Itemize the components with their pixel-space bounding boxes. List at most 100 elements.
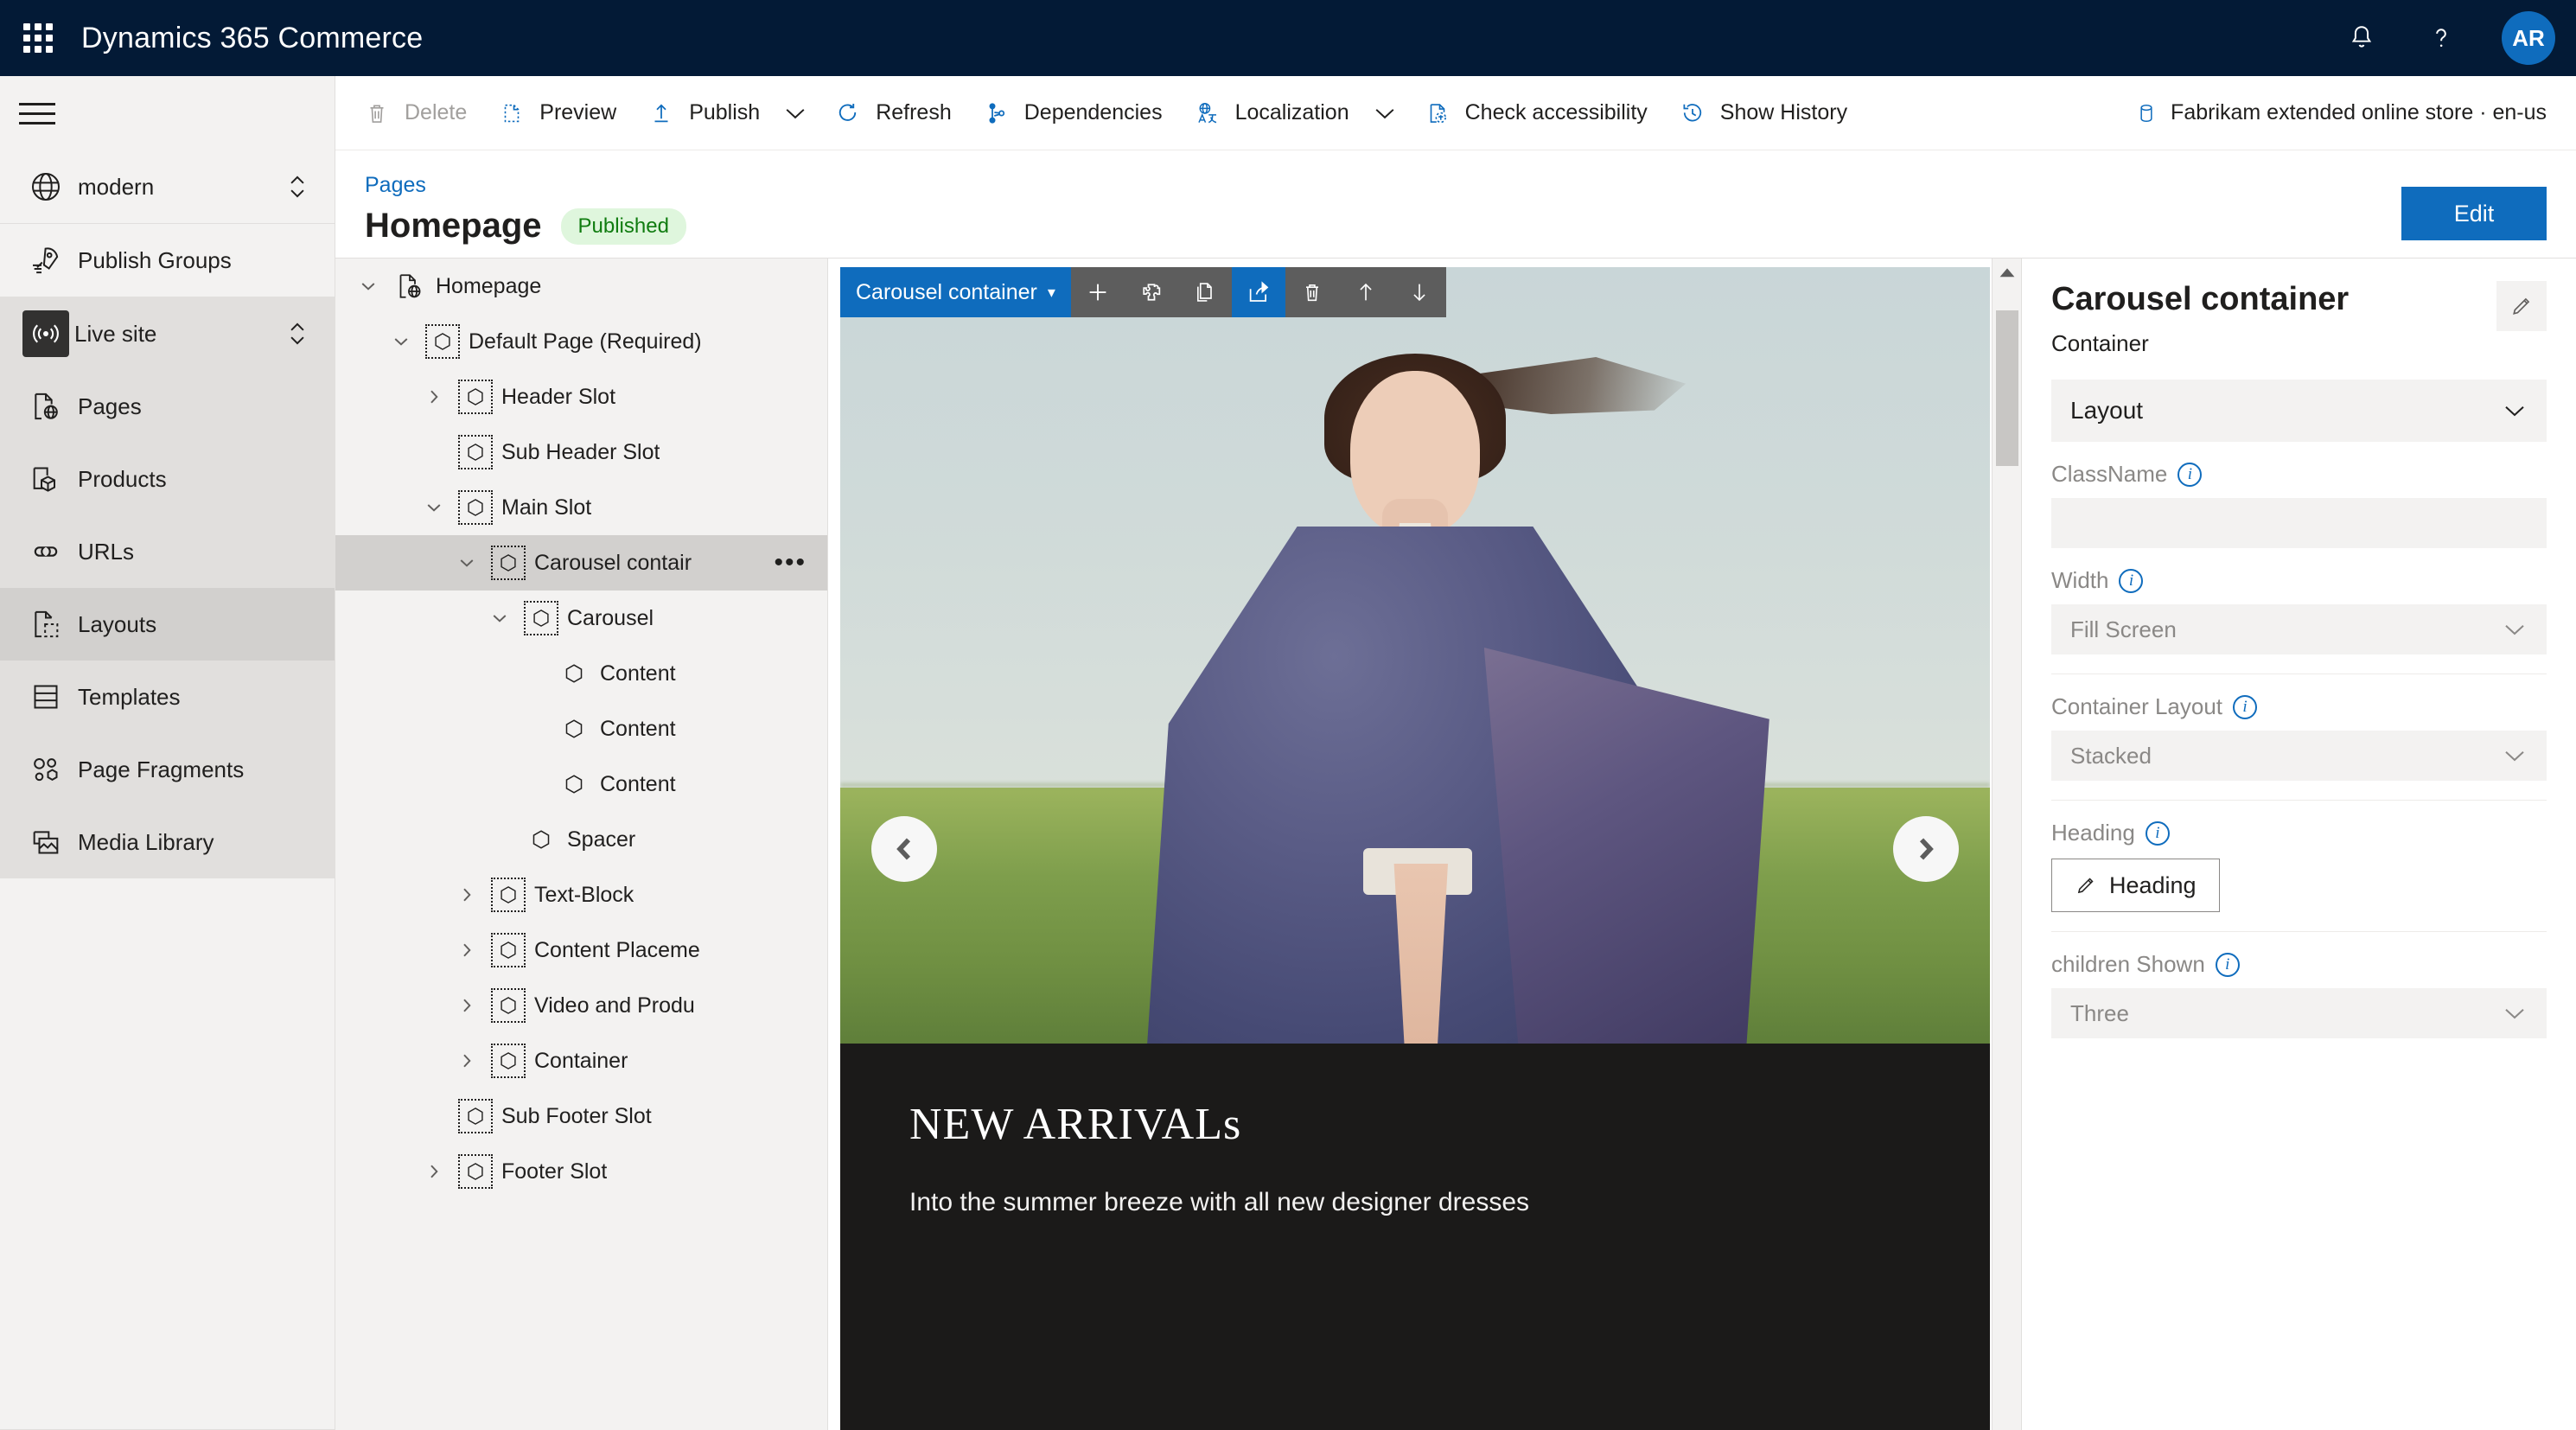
width-select[interactable]: Fill Screen xyxy=(2051,604,2547,654)
tree-node[interactable]: Sub Header Slot xyxy=(335,425,827,480)
module-slot-icon xyxy=(455,380,496,414)
add-icon[interactable] xyxy=(1071,267,1125,317)
link-icon xyxy=(19,534,73,569)
info-icon[interactable]: i xyxy=(2119,568,2144,593)
module-name-dropdown[interactable]: Carousel container ▾ xyxy=(840,267,1071,317)
info-icon[interactable]: i xyxy=(2233,694,2258,719)
chevron-down-icon[interactable] xyxy=(446,552,488,573)
chevron-right-icon[interactable] xyxy=(446,1050,488,1071)
sidebar-item-live-site[interactable]: Live site xyxy=(0,297,335,370)
chevron-right-icon[interactable] xyxy=(413,1161,455,1182)
module-toolbar: Carousel container ▾ xyxy=(840,267,1446,317)
tree-node[interactable]: Sub Footer Slot xyxy=(335,1088,827,1144)
delete-icon[interactable] xyxy=(1285,267,1339,317)
refresh-button[interactable]: Refresh xyxy=(817,82,966,144)
tree-node[interactable]: Footer Slot xyxy=(335,1144,827,1199)
info-icon[interactable]: i xyxy=(2177,462,2203,487)
tree-node[interactable]: Content xyxy=(335,756,827,812)
tree-node-label: Content xyxy=(600,771,676,796)
sidebar-item-publish-groups[interactable]: Publish Groups xyxy=(0,224,335,297)
check-accessibility-button[interactable]: Check accessibility xyxy=(1406,82,1661,144)
info-icon[interactable]: i xyxy=(2145,820,2170,846)
field-classname-label: ClassName i xyxy=(2051,461,2547,488)
tree-node[interactable]: Video and Produ xyxy=(335,978,827,1033)
rename-module-button[interactable] xyxy=(2496,281,2547,331)
bell-icon[interactable] xyxy=(2322,0,2401,76)
dependencies-label: Dependencies xyxy=(1023,100,1163,124)
localization-chevron-down-icon[interactable] xyxy=(1363,82,1406,144)
tree-node[interactable]: Spacer xyxy=(335,812,827,867)
publish-button[interactable]: Publish xyxy=(630,82,774,144)
sidebar-item-media-library[interactable]: Media Library xyxy=(0,806,335,878)
dependencies-button[interactable]: Dependencies xyxy=(966,82,1176,144)
tree-node[interactable]: Text-Block xyxy=(335,867,827,922)
chevron-down-icon[interactable] xyxy=(348,276,389,297)
copy-icon[interactable] xyxy=(1178,267,1232,317)
sidebar-item-products[interactable]: Products xyxy=(0,443,335,515)
chevron-right-icon[interactable] xyxy=(446,884,488,905)
info-icon[interactable]: i xyxy=(2215,952,2240,977)
chevron-down-icon xyxy=(2502,1005,2528,1022)
children-shown-select[interactable]: Three xyxy=(2051,988,2547,1038)
chevron-right-icon[interactable] xyxy=(446,940,488,961)
scroll-up-arrow-icon[interactable] xyxy=(1993,259,2021,288)
edit-heading-button[interactable]: Heading xyxy=(2051,859,2220,912)
question-mark-icon[interactable] xyxy=(2401,0,2481,76)
tree-node[interactable]: Content xyxy=(335,701,827,756)
tree-node[interactable]: Default Page (Required) xyxy=(335,314,827,369)
layout-page-icon xyxy=(19,607,73,642)
classname-input[interactable] xyxy=(2051,498,2547,548)
delete-button[interactable]: Delete xyxy=(346,82,481,144)
move-out-icon[interactable] xyxy=(1231,267,1285,317)
breadcrumb[interactable]: Pages xyxy=(365,173,2547,198)
chevron-down-icon[interactable] xyxy=(413,497,455,518)
preview-button[interactable]: Preview xyxy=(481,82,630,144)
publish-chevron-down-icon[interactable] xyxy=(774,82,817,144)
tree-node-label: Sub Footer Slot xyxy=(501,1103,652,1128)
tree-node[interactable]: Content Placeme xyxy=(335,922,827,978)
sidebar-item-pages[interactable]: Pages xyxy=(0,370,335,443)
layout-accordion[interactable]: Layout xyxy=(2051,380,2547,442)
sidebar-item-label: Products xyxy=(78,465,167,492)
container-layout-select[interactable]: Stacked xyxy=(2051,731,2547,781)
carousel-next-button[interactable] xyxy=(1893,815,1959,882)
localization-button[interactable]: Localization xyxy=(1176,82,1363,144)
tree-node[interactable]: Carousel contair ••• xyxy=(335,535,827,591)
tree-node[interactable]: Content xyxy=(335,646,827,701)
hamburger-icon[interactable] xyxy=(0,76,335,150)
sidebar-item-page-fragments[interactable]: Page Fragments xyxy=(0,733,335,806)
carousel-prev-button[interactable] xyxy=(871,815,937,882)
app-launcher-icon[interactable] xyxy=(0,0,76,76)
sidebar-item-templates[interactable]: Templates xyxy=(0,661,335,733)
scrollbar-thumb[interactable] xyxy=(1996,310,2018,466)
chevron-right-icon[interactable] xyxy=(446,995,488,1016)
sidebar-item-layouts[interactable]: Layouts xyxy=(0,588,335,661)
layout-accordion-label: Layout xyxy=(2070,397,2144,424)
sidebar-item-urls[interactable]: URLs xyxy=(0,515,335,588)
module-slot-icon xyxy=(488,988,529,1023)
tree-node[interactable]: Carousel xyxy=(335,591,827,646)
avatar[interactable]: AR xyxy=(2481,0,2576,76)
move-up-icon[interactable] xyxy=(1339,267,1393,317)
tree-node[interactable]: Header Slot xyxy=(335,369,827,425)
chevron-down-icon[interactable] xyxy=(479,608,520,629)
page-title: Homepage xyxy=(365,207,542,245)
chevron-down-icon[interactable] xyxy=(380,331,422,352)
store-context[interactable]: Fabrikam extended online store · en-us xyxy=(2134,99,2576,127)
sidebar-site-selector[interactable]: modern xyxy=(0,150,335,223)
tree-node-label: Content Placeme xyxy=(534,937,700,962)
main-column: Delete Preview Publish Refresh Dependenc… xyxy=(335,76,2576,1430)
move-down-icon[interactable] xyxy=(1393,267,1446,317)
tree-node-more-menu[interactable]: ••• xyxy=(774,548,820,578)
tree-node[interactable]: Main Slot xyxy=(335,480,827,535)
sidebar-item-label: Page Fragments xyxy=(78,756,245,782)
tree-node[interactable]: Container xyxy=(335,1033,827,1088)
refresh-icon xyxy=(831,99,865,127)
show-history-button[interactable]: Show History xyxy=(1661,82,1861,144)
chevron-right-icon[interactable] xyxy=(413,386,455,407)
tree-node[interactable]: Homepage xyxy=(335,259,827,314)
pencil-icon xyxy=(2509,294,2534,318)
edit-button[interactable]: Edit xyxy=(2401,187,2547,240)
canvas-vertical-scrollbar[interactable] xyxy=(1992,259,2021,1430)
module-icon[interactable] xyxy=(1125,267,1178,317)
